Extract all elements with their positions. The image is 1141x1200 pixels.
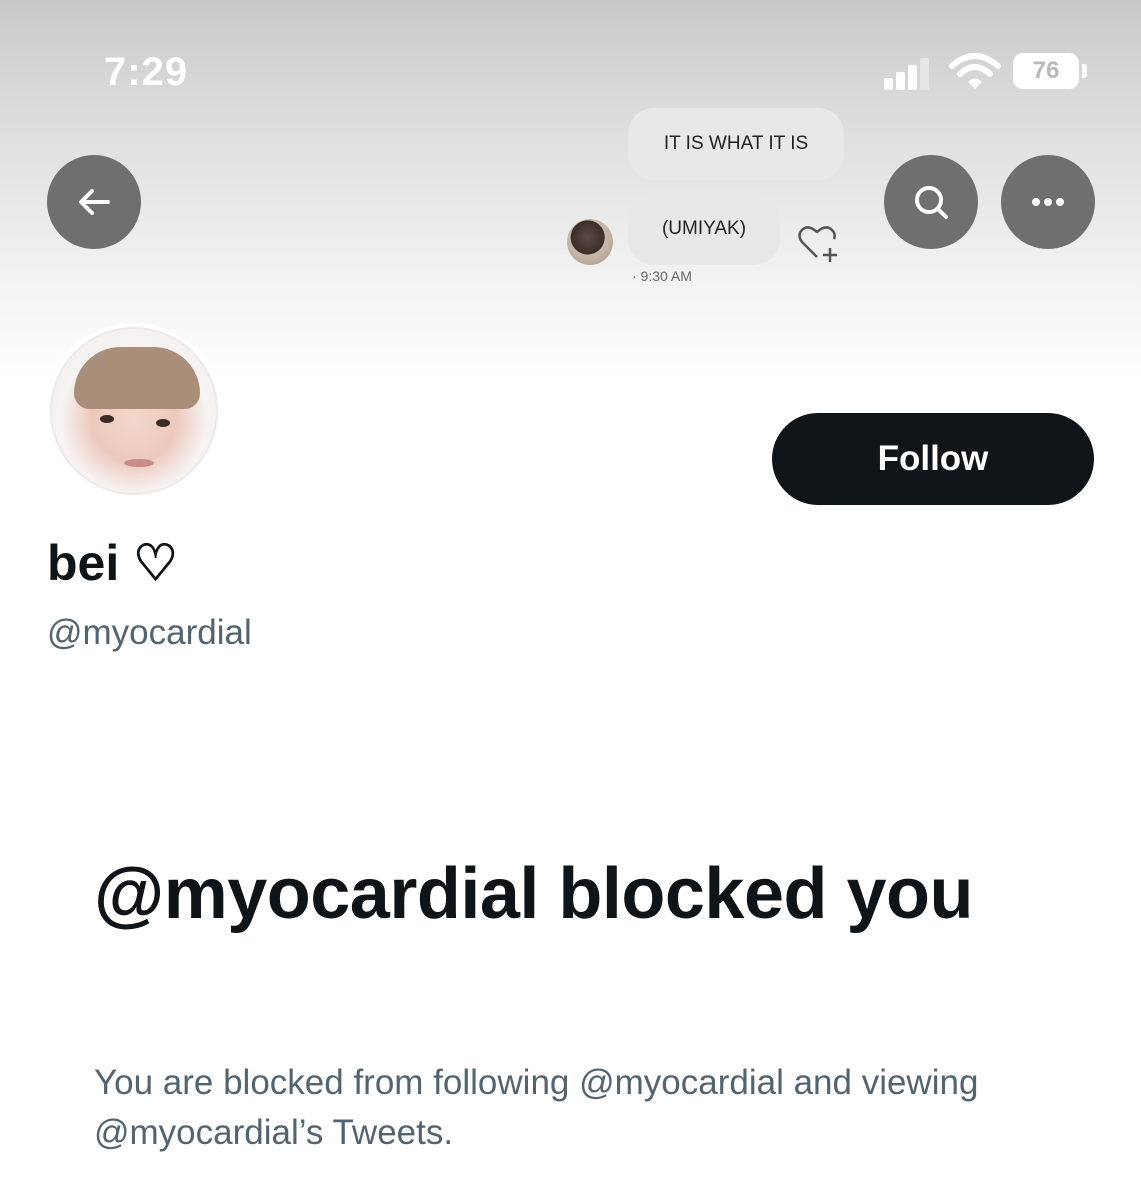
follow-button[interactable]: Follow	[772, 413, 1094, 505]
chat-message: (UMIYAK)	[661, 218, 747, 239]
avatar-eye	[100, 415, 114, 423]
chat-avatar	[567, 219, 613, 265]
display-name: bei ♡	[47, 535, 178, 591]
wifi-icon	[949, 53, 1001, 89]
chat-bubble: (UMIYAK)	[628, 193, 780, 265]
battery-tip	[1082, 64, 1087, 78]
battery-indicator: 76	[1013, 53, 1079, 89]
avatar-eye	[156, 419, 170, 427]
chat-bubble: IT IS WHAT IT IS	[628, 108, 844, 180]
more-horizontal-icon	[1032, 198, 1064, 206]
cellular-signal-icon	[884, 56, 938, 90]
user-handle: @myocardial	[47, 613, 252, 652]
chat-timestamp: · 9:30 AM	[632, 268, 692, 284]
avatar-photo	[50, 327, 218, 495]
avatar-mouth	[124, 459, 154, 467]
back-button[interactable]	[47, 155, 141, 249]
more-button[interactable]	[1001, 155, 1095, 249]
profile-avatar[interactable]	[46, 323, 222, 499]
heart-plus-icon	[798, 226, 837, 262]
blocked-title: @myocardial blocked you	[94, 854, 973, 934]
blocked-description: You are blocked from following @myocardi…	[94, 1063, 979, 1152]
search-icon	[915, 186, 948, 219]
status-time: 7:29	[104, 50, 189, 94]
chat-message: IT IS WHAT IT IS	[663, 133, 809, 154]
arrow-left-icon	[79, 189, 110, 215]
avatar-hair	[74, 347, 200, 409]
search-button[interactable]	[884, 155, 978, 249]
